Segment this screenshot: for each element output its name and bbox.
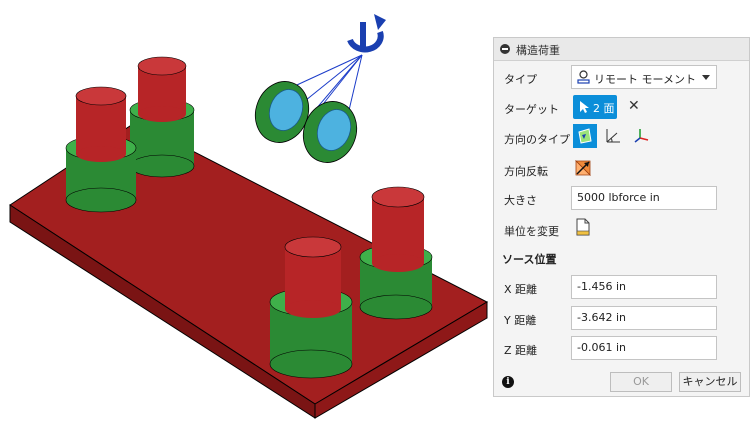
magnitude-label: 大きさ [504,194,537,207]
direction-angle-button[interactable] [602,124,626,148]
collapse-icon[interactable] [500,44,510,54]
flip-direction-label: 方向反転 [504,165,548,178]
remote-moment-type-icon [577,70,590,84]
info-icon[interactable]: i [502,376,514,388]
cylinder-back-left[interactable] [129,56,195,178]
face-normal-icon [578,128,592,144]
type-label: タイプ [504,73,537,86]
change-units-label: 単位を変更 [504,225,559,238]
remote-moment-glyph [254,14,386,163]
dialog-title: 構造荷重 [516,44,560,57]
target-label: ターゲット [504,103,559,116]
z-distance-label: Z 距離 [504,344,538,357]
target-value: 2 面 [593,102,615,115]
y-distance-label: Y 距離 [504,314,537,327]
chevron-down-icon [702,75,710,80]
document-icon [576,218,590,236]
change-units-button[interactable] [575,218,591,236]
y-distance-input[interactable]: -3.642 in [571,306,717,330]
moment-arrow-icon[interactable] [347,14,386,53]
model-canvas[interactable] [0,0,490,424]
flip-arrow-icon [575,160,591,176]
cursor-arrow-icon [580,101,589,113]
type-dropdown[interactable]: リモート モーメント [571,65,717,89]
x-distance-input[interactable]: -1.456 in [571,275,717,299]
axes-icon [634,129,649,143]
flip-direction-button[interactable] [573,158,593,178]
dialog-header: 構造荷重 [494,38,749,61]
target-select-button[interactable]: 2 面 [573,95,617,119]
direction-type-label: 方向のタイプ [504,133,570,146]
type-value: リモート モーメント [594,73,697,86]
cylinder-front-left[interactable] [65,86,137,213]
cancel-button[interactable]: キャンセル [679,372,741,392]
magnitude-input[interactable]: 5000 lbforce in [571,186,717,210]
source-position-heading: ソース位置 [502,253,557,266]
clear-selection-icon[interactable]: ✕ [628,98,640,114]
angle-icon [606,129,620,143]
direction-normal-button[interactable] [573,124,597,148]
ok-button[interactable]: OK [610,372,672,392]
direction-components-button[interactable] [630,124,654,148]
cylinder-back-right[interactable] [359,186,433,320]
structural-load-dialog: 構造荷重 タイプ リモート モーメント ターゲット 2 面 ✕ 方向のタイプ 方… [493,37,750,397]
z-distance-input[interactable]: -0.061 in [571,336,717,360]
model-viewport[interactable] [0,0,490,424]
x-distance-label: X 距離 [504,283,538,296]
